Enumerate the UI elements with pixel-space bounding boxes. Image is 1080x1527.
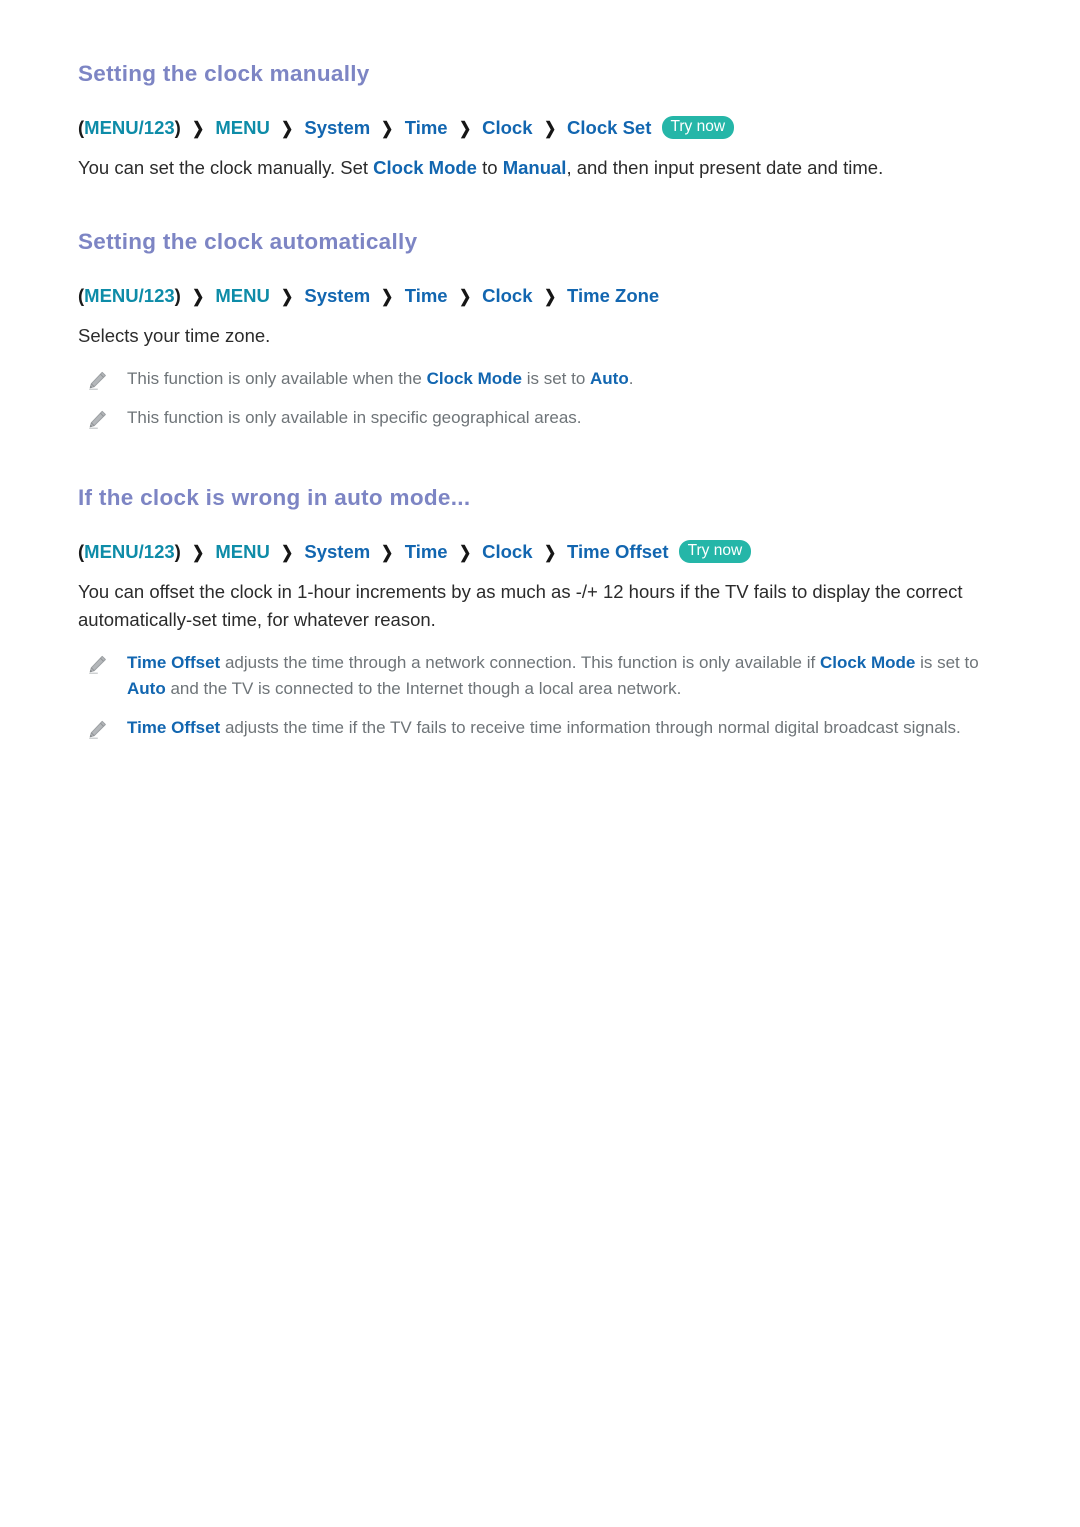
menu-key-menu123[interactable]: MENU/123	[84, 285, 174, 306]
note-item: This function is only available in speci…	[78, 405, 1002, 432]
menu-item-menu[interactable]: MENU	[215, 541, 269, 562]
menu-item-time[interactable]: Time	[405, 285, 448, 306]
body-paragraph-time-offset: You can offset the clock in 1-hour incre…	[78, 580, 963, 630]
body-paragraph-time-zone: Selects your time zone.	[78, 324, 271, 346]
note-text: Time Offset adjusts the time through a n…	[127, 650, 1002, 703]
menu-key-menu123[interactable]: MENU/123	[84, 541, 174, 562]
menu-path-clock-set: (MENU/123) ❯ MENU ❯ System ❯ Time ❯ Cloc…	[78, 114, 1002, 142]
note-item: This function is only available when the…	[78, 366, 1002, 393]
chevron-right-icon: ❯	[192, 543, 205, 563]
try-now-badge[interactable]: Try now	[678, 539, 752, 563]
menu-item-clock[interactable]: Clock	[482, 541, 532, 562]
chevron-right-icon: ❯	[381, 287, 394, 307]
menu-key-menu123[interactable]: MENU/123	[84, 117, 174, 138]
chevron-right-icon: ❯	[458, 287, 471, 307]
pencil-icon	[85, 369, 109, 393]
body-text-part: You can set the clock manually. Set	[78, 156, 374, 178]
note-text: Time Offset adjusts the time if the TV f…	[127, 715, 961, 741]
paren-close: )	[174, 117, 181, 139]
pencil-icon	[85, 408, 109, 432]
note-list-time-offset: Time Offset adjusts the time through a n…	[78, 650, 1002, 742]
menu-item-system[interactable]: System	[304, 285, 370, 306]
chevron-right-icon: ❯	[381, 543, 394, 563]
note-text-part: is set to	[521, 368, 590, 388]
pencil-icon	[85, 718, 109, 742]
highlight-time-offset: Time Offset	[127, 653, 221, 673]
chevron-right-icon: ❯	[543, 287, 556, 307]
pencil-icon	[85, 653, 109, 677]
section-heading-clock-wrong: If the clock is wrong in auto mode...	[78, 484, 471, 510]
menu-item-time-offset[interactable]: Time Offset	[567, 541, 668, 562]
note-item: Time Offset adjusts the time through a n…	[78, 650, 1002, 703]
section-setting-clock-manually: Setting the clock manually (MENU/123) ❯ …	[78, 60, 1002, 182]
menu-item-clock[interactable]: Clock	[482, 117, 532, 138]
menu-item-system[interactable]: System	[304, 541, 370, 562]
note-text-part: adjusts the time through a network conne…	[220, 653, 820, 673]
highlight-auto: Auto	[127, 679, 166, 699]
body-paragraph-clock-manually: You can set the clock manually. Set Cloc…	[78, 154, 1002, 182]
chevron-right-icon: ❯	[192, 287, 205, 307]
highlight-clock-mode: Clock Mode	[819, 653, 916, 673]
menu-path-time-zone: (MENU/123) ❯ MENU ❯ System ❯ Time ❯ Cloc…	[78, 282, 1002, 310]
note-list-time-zone: This function is only available when the…	[78, 366, 1002, 432]
chevron-right-icon: ❯	[381, 119, 394, 139]
section-heading-clock-automatically: Setting the clock automatically	[78, 228, 418, 254]
chevron-right-icon: ❯	[543, 543, 556, 563]
note-text-part: adjusts the time if the TV fails to rece…	[220, 717, 961, 737]
highlight-time-offset: Time Offset	[127, 717, 221, 737]
page-title: Setting the clock manually	[78, 61, 370, 86]
highlight-auto: Auto	[590, 368, 629, 388]
menu-path-time-offset: (MENU/123) ❯ MENU ❯ System ❯ Time ❯ Cloc…	[78, 538, 1002, 566]
paren-close: )	[174, 541, 181, 563]
highlight-clock-mode: Clock Mode	[373, 156, 477, 178]
menu-item-system[interactable]: System	[304, 117, 370, 138]
chevron-right-icon: ❯	[192, 119, 205, 139]
note-text-part: and the TV is connected to the Internet …	[165, 679, 682, 699]
chevron-right-icon: ❯	[543, 119, 556, 139]
note-text: This function is only available when the…	[127, 366, 633, 392]
note-text-part: is set to	[915, 653, 979, 673]
chevron-right-icon: ❯	[281, 543, 294, 563]
note-text: This function is only available in speci…	[127, 407, 582, 427]
chevron-right-icon: ❯	[458, 119, 471, 139]
menu-item-clock[interactable]: Clock	[482, 285, 532, 306]
note-item: Time Offset adjusts the time if the TV f…	[78, 715, 1002, 742]
menu-item-time-zone[interactable]: Time Zone	[567, 285, 659, 306]
chevron-right-icon: ❯	[458, 543, 471, 563]
body-text-part: to	[476, 156, 503, 178]
highlight-clock-mode: Clock Mode	[426, 368, 522, 388]
section-clock-wrong-auto-mode: If the clock is wrong in auto mode... (M…	[78, 484, 1002, 742]
body-text-part: , and then input present date and time.	[566, 156, 884, 178]
menu-item-time[interactable]: Time	[405, 117, 448, 138]
note-text-part: .	[628, 368, 634, 388]
menu-item-menu[interactable]: MENU	[215, 285, 269, 306]
chevron-right-icon: ❯	[281, 119, 294, 139]
highlight-manual: Manual	[502, 156, 567, 178]
menu-item-menu[interactable]: MENU	[215, 117, 269, 138]
paren-close: )	[174, 285, 181, 307]
note-text-part: This function is only available when the	[127, 368, 427, 388]
section-setting-clock-automatically: Setting the clock automatically (MENU/12…	[78, 228, 1002, 432]
menu-item-clock-set[interactable]: Clock Set	[567, 117, 651, 138]
chevron-right-icon: ❯	[281, 287, 294, 307]
document-page: Setting the clock manually (MENU/123) ❯ …	[0, 0, 1080, 742]
try-now-badge[interactable]: Try now	[661, 115, 735, 139]
menu-item-time[interactable]: Time	[405, 541, 448, 562]
